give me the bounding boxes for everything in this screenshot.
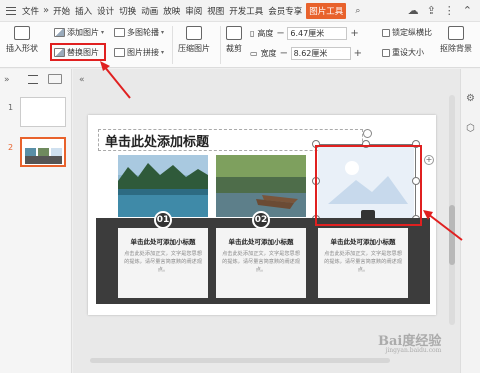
arrow-head bbox=[423, 210, 433, 220]
arrow-head bbox=[100, 61, 110, 71]
arrow-line bbox=[427, 213, 463, 241]
arrow-line bbox=[103, 65, 131, 99]
watermark: Bai度经验 jingyan.baidu.com bbox=[378, 330, 441, 354]
watermark-url: jingyan.baidu.com bbox=[385, 347, 442, 354]
annotation-arrows bbox=[100, 61, 463, 241]
